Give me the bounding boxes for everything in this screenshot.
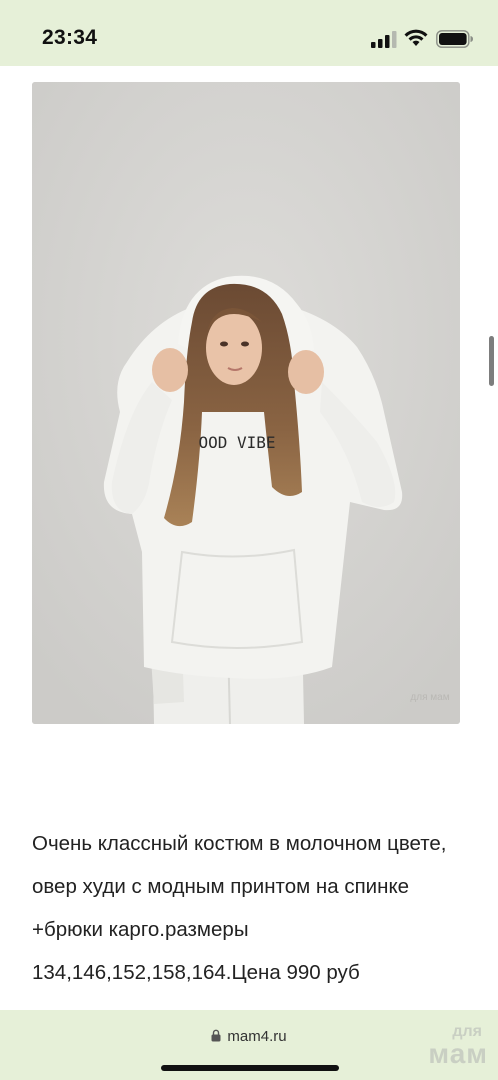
watermark-bottom: мам	[428, 1038, 488, 1069]
product-photo[interactable]: OOD VIBE для мам	[32, 82, 460, 724]
lock-icon	[211, 1029, 221, 1042]
product-description: Очень классный костюм в молочном цвете, …	[32, 832, 447, 984]
wifi-icon	[404, 29, 428, 46]
site-watermark: для мам	[428, 1024, 488, 1068]
status-time: 23:34	[42, 26, 98, 49]
battery-icon	[436, 30, 473, 48]
page-content: OOD VIBE для мам Очень классный костюм в…	[0, 66, 498, 1010]
product-photo-illustration: OOD VIBE для мам	[32, 82, 460, 724]
image-watermark: для мам	[410, 692, 449, 703]
url-display[interactable]: mam4.ru	[0, 1028, 498, 1045]
scrollbar[interactable]	[489, 336, 494, 386]
url-text: mam4.ru	[227, 1028, 287, 1045]
status-bar: 23:34	[0, 0, 498, 66]
hoodie-print-text: OOD VIBE	[198, 433, 275, 452]
cellular-signal-icon	[371, 31, 397, 48]
home-indicator[interactable]	[161, 1065, 339, 1071]
